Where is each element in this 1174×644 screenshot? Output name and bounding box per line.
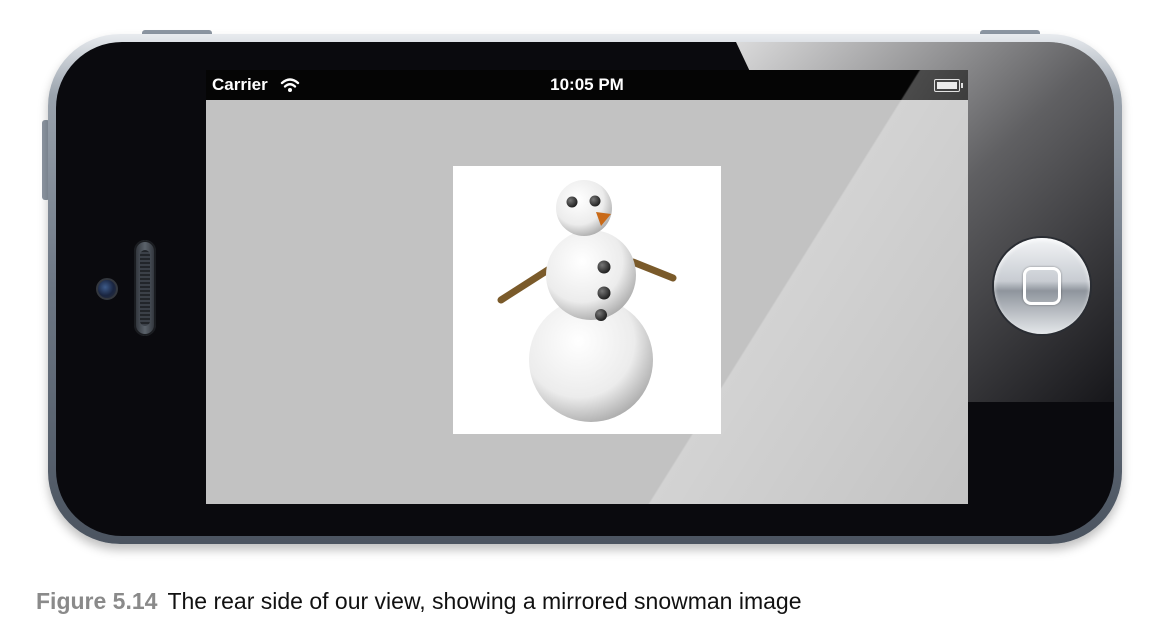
snowman-image xyxy=(453,166,721,434)
coal-button-2 xyxy=(597,286,611,300)
status-time: 10:05 PM xyxy=(550,75,624,94)
camera-icon xyxy=(96,278,118,300)
right-arm xyxy=(629,258,677,282)
left-eye xyxy=(566,196,578,208)
screen-content xyxy=(206,100,968,504)
status-bar: Carrier 10:05 PM xyxy=(206,70,968,100)
left-arm xyxy=(497,264,555,304)
coal-button-1 xyxy=(597,260,611,274)
device-screen: Carrier 10:05 PM xyxy=(206,70,968,504)
speaker-icon xyxy=(134,240,156,336)
home-button-icon[interactable] xyxy=(994,238,1090,334)
figure-label: Figure 5.14 xyxy=(36,588,158,614)
snowman-illustration xyxy=(497,180,677,422)
home-square-icon xyxy=(1023,267,1061,305)
coal-button-3 xyxy=(595,309,607,321)
snowman-head xyxy=(556,180,612,236)
right-eye xyxy=(589,195,601,207)
figure-caption-text: The rear side of our view, showing a mir… xyxy=(167,588,802,614)
snowman-middle xyxy=(546,230,636,320)
figure-caption: Figure 5.14 The rear side of our view, sh… xyxy=(36,588,802,615)
battery-icon xyxy=(934,79,963,92)
